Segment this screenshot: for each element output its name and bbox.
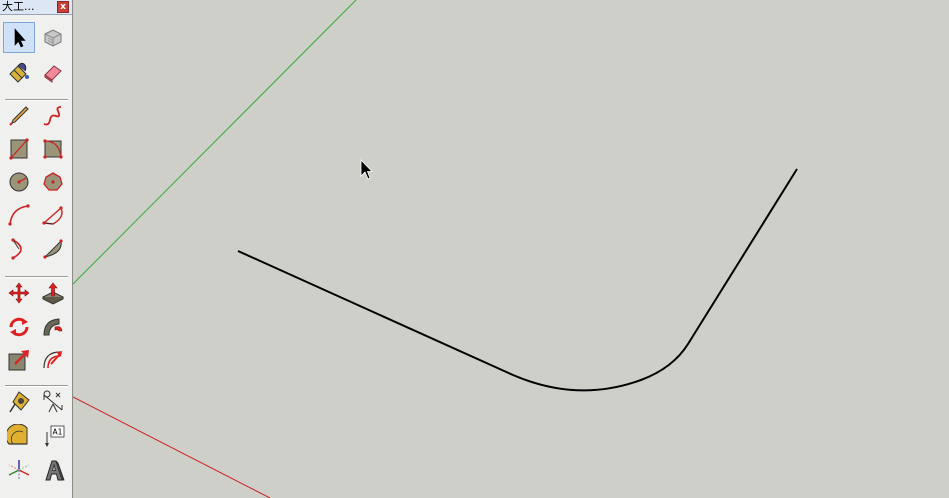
dimension-icon (43, 390, 63, 412)
paint-bucket-tool-button[interactable] (3, 56, 35, 87)
offset-icon (43, 350, 62, 368)
axes-tool-button[interactable] (3, 454, 35, 485)
rectangle-tool-button[interactable] (3, 133, 35, 164)
follow-me-icon (43, 317, 63, 335)
dimension-tool-button[interactable] (37, 386, 69, 417)
pie-tool-button[interactable] (37, 199, 69, 230)
eraser-icon (44, 64, 62, 83)
polygon-icon (43, 171, 63, 191)
move-tool-button[interactable] (3, 277, 35, 308)
move-arrows-icon (8, 282, 30, 303)
rotated-rectangle-icon (43, 138, 63, 159)
drawn-curve[interactable] (237, 168, 798, 392)
rectangle-icon (9, 137, 29, 160)
pencil-tool-button[interactable] (3, 100, 35, 131)
red-axis-line (73, 396, 271, 498)
select-tool-button[interactable] (3, 22, 35, 53)
3d-text-tool-button[interactable] (37, 454, 69, 485)
arc-icon (8, 203, 30, 226)
3d-text-icon (45, 460, 65, 480)
protractor-icon (7, 423, 28, 445)
tape-measure-icon (9, 390, 30, 412)
pie-icon (42, 205, 63, 225)
rotate-tool-button[interactable] (3, 311, 35, 342)
select-arrow-icon (14, 27, 26, 47)
text-tool-button[interactable]: A1 (37, 420, 69, 451)
viewport-canvas[interactable] (73, 0, 949, 498)
circle-tool-button[interactable] (3, 166, 35, 197)
scale-icon (8, 349, 29, 370)
axes-icon (8, 459, 30, 480)
paint-bucket-icon (9, 62, 29, 83)
polygon-tool-button[interactable] (37, 166, 69, 197)
drawing-toolbar: 大工... x A1 (0, 0, 73, 498)
toolbar-title-bar[interactable]: 大工... x (0, 0, 72, 15)
toolbar-close-button[interactable]: x (57, 1, 69, 13)
text-label-icon: A1 (45, 425, 65, 447)
mouse-cursor-icon (360, 159, 373, 180)
follow-me-tool-button[interactable] (37, 311, 69, 342)
green-axis-line (73, 0, 357, 285)
component-tool-button[interactable] (37, 22, 69, 53)
rotated-rectangle-tool-button[interactable] (37, 133, 69, 164)
component-box-icon (44, 28, 62, 47)
model-viewport[interactable] (73, 0, 949, 498)
arc-tool-button[interactable] (3, 199, 35, 230)
tape-measure-tool-button[interactable] (3, 386, 35, 417)
freehand-tool-button[interactable] (37, 100, 69, 131)
offset-tool-button[interactable] (37, 344, 69, 375)
eraser-tool-button[interactable] (37, 56, 69, 87)
pencil-icon (9, 105, 29, 126)
two-point-arc-tool-button[interactable] (3, 233, 35, 264)
scale-tool-button[interactable] (3, 344, 35, 375)
three-point-arc-tool-button[interactable] (37, 233, 69, 264)
push-pull-tool-button[interactable] (37, 277, 69, 308)
rotate-icon (9, 317, 29, 336)
push-pull-icon (41, 282, 65, 305)
toolbar-title: 大工... (2, 0, 35, 13)
two-point-arc-icon (11, 237, 22, 260)
protractor-tool-button[interactable] (3, 420, 35, 451)
text-tool-label: A1 (53, 427, 63, 436)
circle-icon (9, 172, 29, 191)
three-point-arc-icon (43, 238, 63, 259)
freehand-curve-icon (43, 105, 62, 125)
